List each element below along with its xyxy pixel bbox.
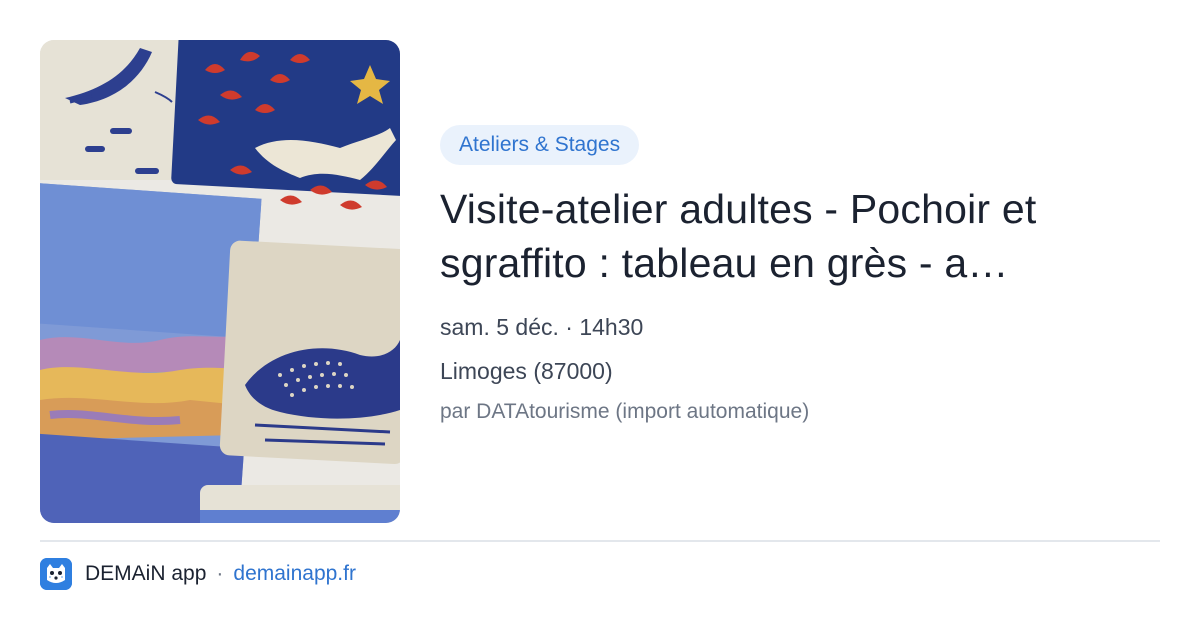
- category-tag[interactable]: Ateliers & Stages: [440, 125, 640, 165]
- event-location: Limoges (87000): [440, 358, 613, 384]
- event-share-card[interactable]: Ateliers & Stages Visite-atelier adultes…: [0, 0, 1200, 630]
- app-footer: DEMAiN app · demainapp.fr: [40, 558, 356, 590]
- event-date: sam. 5 déc. · 14h30: [440, 314, 644, 340]
- event-details: Ateliers & Stages Visite-atelier adultes…: [440, 125, 1160, 426]
- footer-divider: [40, 540, 1160, 542]
- app-name: DEMAiN app: [85, 562, 207, 585]
- event-source: par DATAtourisme (import automatique): [440, 400, 810, 423]
- demain-app-logo-icon: [40, 558, 72, 590]
- event-thumbnail-image: [40, 40, 400, 523]
- ceramic-tiles-photo: [40, 40, 400, 523]
- app-domain-link[interactable]: demainapp.fr: [233, 562, 356, 586]
- event-title[interactable]: Visite-atelier adultes - Pochoir et sgra…: [440, 182, 1140, 290]
- footer-separator: ·: [216, 562, 224, 585]
